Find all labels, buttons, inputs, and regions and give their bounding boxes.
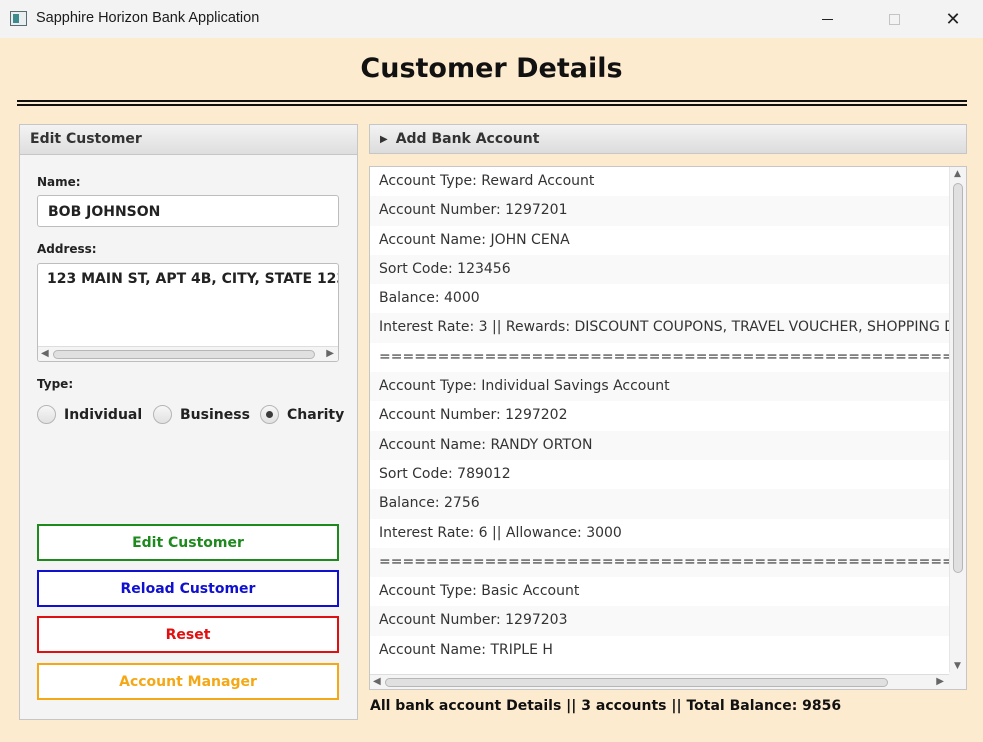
list-item[interactable]: Account Name: JOHN CENA	[370, 226, 950, 255]
window-title: Sapphire Horizon Bank Application	[36, 10, 260, 26]
account-manager-button[interactable]: Account Manager	[37, 663, 339, 700]
type-individual-label: Individual	[64, 406, 143, 423]
edit-customer-panel: Edit Customer Name: BOB JOHNSON Address:…	[19, 124, 358, 720]
add-bank-account-title: Add Bank Account	[395, 131, 540, 147]
reload-customer-button[interactable]: Reload Customer	[37, 570, 339, 607]
scroll-left-icon[interactable]: ◀	[41, 348, 49, 359]
account-details-list[interactable]: Account Type: Reward Account Account Numb…	[369, 166, 967, 690]
edit-customer-header: Edit Customer	[20, 125, 357, 155]
list-scroll-left-icon[interactable]: ◀	[373, 676, 381, 687]
list-item[interactable]: Account Type: Reward Account	[370, 167, 950, 196]
name-input[interactable]: BOB JOHNSON	[37, 195, 339, 227]
add-bank-account-accordion[interactable]: ▶ Add Bank Account	[369, 124, 967, 154]
expand-triangle-icon: ▶	[380, 134, 388, 145]
type-label: Type:	[37, 377, 74, 391]
type-business-label: Business	[180, 406, 250, 423]
list-scroll-right-icon[interactable]: ▶	[936, 676, 944, 687]
address-horizontal-scrollbar[interactable]: ◀ ▶	[38, 346, 338, 361]
list-item[interactable]: Sort Code: 123456	[370, 254, 950, 285]
list-vertical-scrollbar[interactable]: ▲ ▼	[949, 167, 966, 673]
address-text: 123 MAIN ST, APT 4B, CITY, STATE 12345	[47, 271, 339, 287]
page-title: Customer Details	[360, 53, 623, 84]
list-item[interactable]: Interest Rate: 6 || Allowance: 3000	[370, 519, 950, 548]
name-label: Name:	[37, 175, 81, 189]
list-horizontal-thumb[interactable]	[385, 678, 888, 687]
close-icon: ✕	[945, 8, 961, 30]
list-vertical-thumb[interactable]	[953, 183, 963, 573]
minimize-icon	[821, 18, 833, 20]
minimize-button[interactable]	[804, 0, 850, 38]
list-horizontal-scrollbar[interactable]: ◀ ▶	[370, 674, 950, 689]
account-rows: Account Type: Reward Account Account Numb…	[370, 167, 950, 665]
edit-customer-button[interactable]: Edit Customer	[37, 524, 339, 561]
accounts-summary: All bank account Details || 3 accounts |…	[370, 698, 842, 714]
list-item[interactable]: Account Number: 1297202	[370, 401, 950, 430]
type-radio-business[interactable]: Business	[153, 405, 250, 424]
list-item[interactable]: Account Name: RANDY ORTON	[370, 430, 950, 460]
radio-business-icon[interactable]	[153, 405, 172, 424]
close-button[interactable]: ✕	[930, 0, 976, 38]
address-textarea[interactable]: 123 MAIN ST, APT 4B, CITY, STATE 12345 ◀…	[37, 263, 339, 362]
scroll-up-icon[interactable]: ▲	[954, 169, 961, 179]
list-item[interactable]: Account Number: 1297201	[370, 196, 950, 226]
title-divider-bottom	[17, 104, 967, 106]
list-item[interactable]: Account Name: TRIPLE H	[370, 636, 950, 665]
list-item[interactable]: Balance: 4000	[370, 284, 950, 313]
reset-button[interactable]: Reset	[37, 616, 339, 653]
radio-individual-icon[interactable]	[37, 405, 56, 424]
address-label: Address:	[37, 242, 97, 256]
window-titlebar: Sapphire Horizon Bank Application ✕	[0, 0, 983, 38]
type-charity-label: Charity	[287, 406, 345, 423]
type-radio-individual[interactable]: Individual	[37, 405, 142, 424]
list-item[interactable]: Account Number: 1297203	[370, 606, 950, 636]
list-item[interactable]: ========================================…	[370, 547, 950, 578]
title-divider-top	[17, 100, 967, 102]
list-item[interactable]: Account Type: Basic Account	[370, 577, 950, 606]
scroll-corner	[949, 672, 966, 689]
list-item[interactable]: Sort Code: 789012	[370, 460, 950, 489]
scroll-right-icon[interactable]: ▶	[326, 348, 334, 359]
maximize-icon	[888, 13, 900, 25]
type-radio-charity[interactable]: Charity	[260, 405, 344, 424]
list-item[interactable]: Interest Rate: 3 || Rewards: DISCOUNT CO…	[370, 313, 950, 343]
address-scroll-thumb[interactable]	[53, 350, 315, 359]
list-item[interactable]: Account Type: Individual Savings Account	[370, 372, 950, 402]
list-item[interactable]: Balance: 2756	[370, 489, 950, 519]
app-icon	[10, 11, 27, 26]
scroll-down-icon[interactable]: ▼	[954, 661, 961, 671]
maximize-button	[871, 0, 917, 38]
radio-charity-icon[interactable]	[260, 405, 279, 424]
list-item[interactable]: ========================================…	[370, 343, 950, 372]
